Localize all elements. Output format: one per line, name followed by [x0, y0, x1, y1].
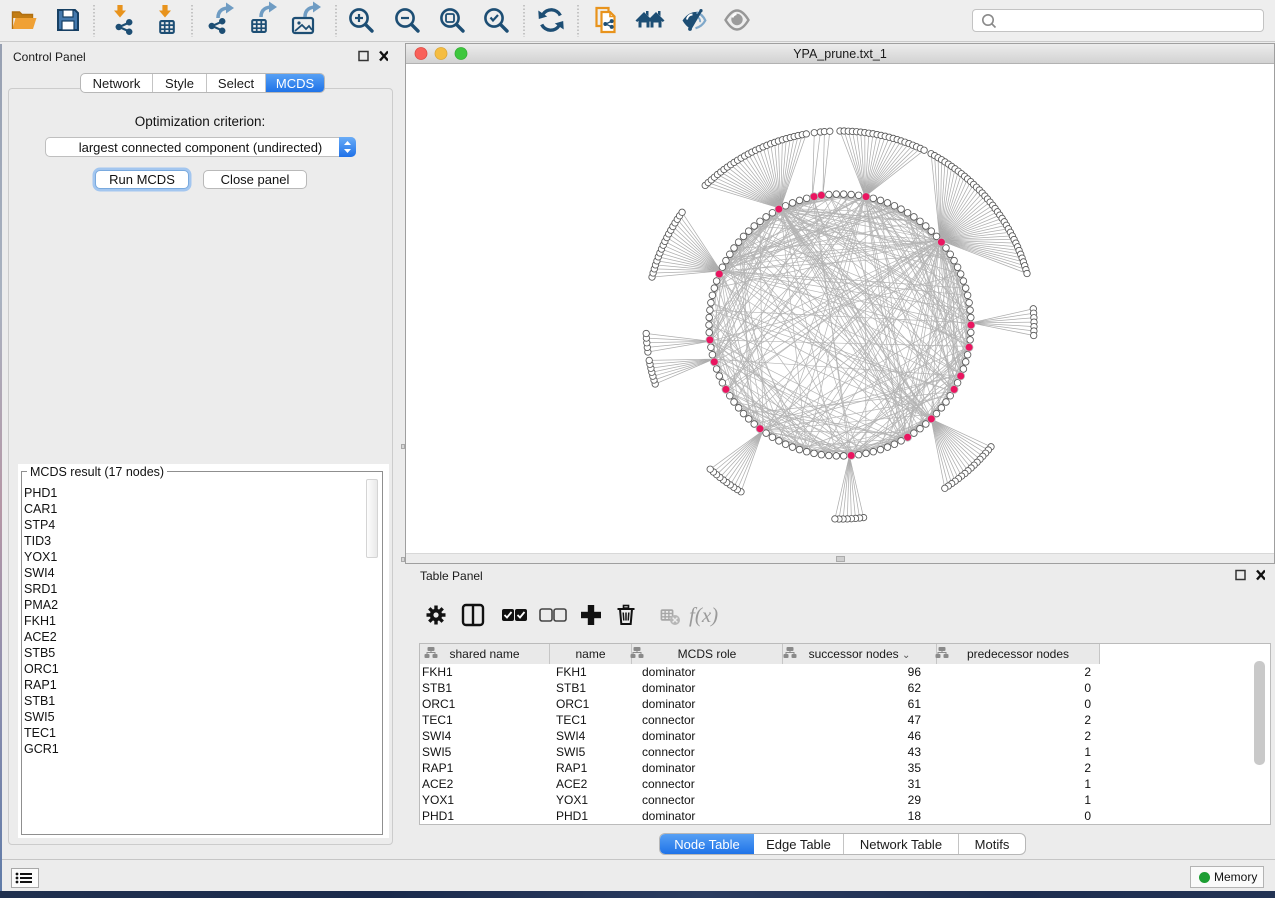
svg-text:f(x): f(x): [689, 603, 718, 627]
